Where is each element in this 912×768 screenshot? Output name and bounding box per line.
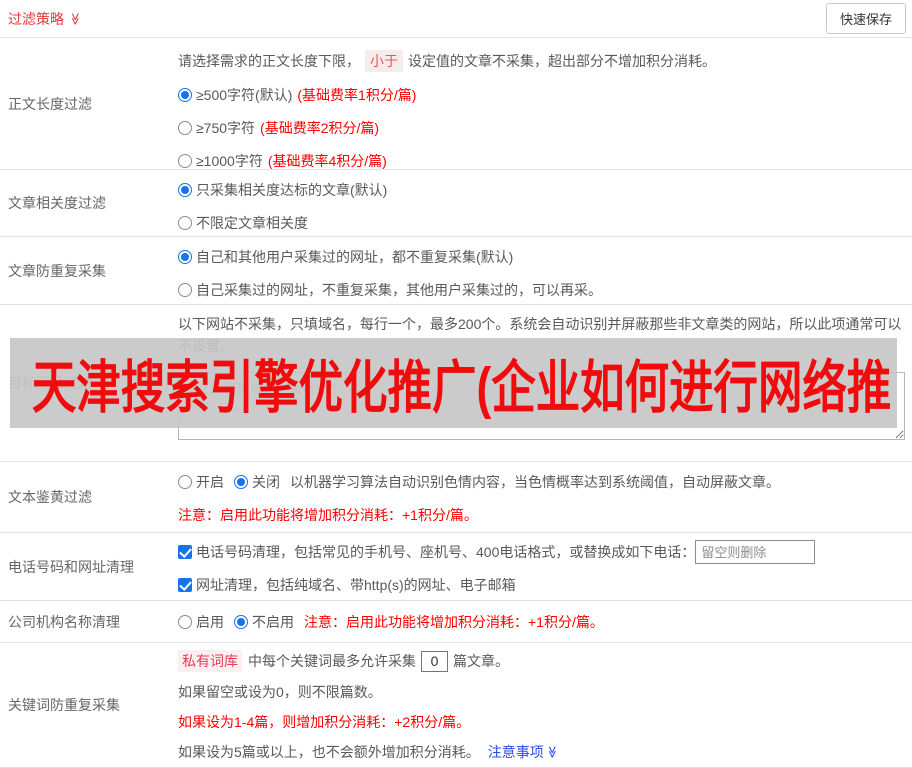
row-body-length-filter: 正文长度过滤 请选择需求的正文长度下限， 小于 设定值的文章不采集，超出部分不增加积… xyxy=(0,38,912,170)
radio-option-500[interactable]: ≥500字符(默认) (基础费率1积分/篇) xyxy=(178,85,416,105)
chevron-down-icon: ≫ xyxy=(545,745,560,759)
checkbox-icon xyxy=(178,545,192,559)
fee-note: (基础费率2积分/篇) xyxy=(260,120,380,136)
checkbox-phone-cleanup[interactable]: 电话号码清理，包括常见的手机号、座机号、400电话格式，或替换成如下电话： xyxy=(178,542,695,562)
row-label: 电话号码和网址清理 xyxy=(8,558,134,575)
max-articles-input[interactable] xyxy=(421,650,448,672)
radio-icon xyxy=(178,216,192,230)
radio-option-porn-on[interactable]: 开启 xyxy=(178,472,224,492)
radio-icon xyxy=(178,121,192,135)
page-title-label: 过滤策略 xyxy=(8,10,64,27)
row-label: 文章防重复采集 xyxy=(8,262,106,279)
less-than-badge: 小于 xyxy=(365,50,403,72)
row-label: 关键词防重复采集 xyxy=(8,697,120,713)
company-note: 注意：启用此功能将增加积分消耗：+1积分/篇。 xyxy=(304,613,604,630)
checkbox-icon xyxy=(178,578,192,592)
radio-icon xyxy=(234,475,248,489)
radio-option-dedupe-self[interactable]: 自己采集过的网址，不重复采集，其他用户采集过的，可以再采。 xyxy=(178,280,602,300)
header-bar: 过滤策略 ≫ 快速保存 xyxy=(0,0,912,38)
overlay-ad-banner: 天津搜索引擎优化推广(企业如何进行网络推 xyxy=(10,338,897,428)
overlay-ad-text: 天津搜索引擎优化推广(企业如何进行网络推 xyxy=(31,356,892,420)
row-company-cleanup: 公司机构名称清理 启用 不启用 注意：启用此功能将增加积分消耗：+1积分/篇。 xyxy=(0,601,912,643)
row-label: 文本鉴黄过滤 xyxy=(8,489,92,505)
fee-note: (基础费率1积分/篇) xyxy=(297,87,417,103)
page-title[interactable]: 过滤策略 ≫ xyxy=(8,9,82,29)
radio-icon xyxy=(178,154,192,168)
radio-icon xyxy=(234,614,248,629)
quick-save-button[interactable]: 快速保存 xyxy=(825,3,906,34)
chevron-down-icon: ≫ xyxy=(68,12,83,25)
row-dedupe-filter: 文章防重复采集 自己和其他用户采集过的网址，都不重复采集(默认) 自己采集过的网… xyxy=(0,237,912,305)
radio-option-relevance-any[interactable]: 不限定文章相关度 xyxy=(178,213,308,233)
row-keyword-dedupe: 关键词防重复采集 私有词库 中每个关键词最多允许采集 篇文章。 如果留空或设为0… xyxy=(0,643,912,768)
radio-icon xyxy=(178,475,192,489)
radio-option-company-on[interactable]: 启用 xyxy=(178,612,224,632)
notes-link[interactable]: 注意事项 ≫ xyxy=(488,742,559,762)
row-label: 正文长度过滤 xyxy=(8,95,92,112)
row-label: 文章相关度过滤 xyxy=(8,195,106,211)
radio-option-750[interactable]: ≥750字符 (基础费率2积分/篇) xyxy=(178,118,379,138)
radio-icon xyxy=(178,183,192,197)
row-label: 公司机构名称清理 xyxy=(8,613,120,630)
row-phone-url-cleanup: 电话号码和网址清理 电话号码清理，包括常见的手机号、座机号、400电话格式，或替… xyxy=(0,533,912,601)
private-thesaurus-badge[interactable]: 私有词库 xyxy=(178,650,242,672)
filter-strategy-page: 过滤策略 ≫ 快速保存 正文长度过滤 请选择需求的正文长度下限， 小于 设定值的文章… xyxy=(0,0,912,768)
radio-option-dedupe-all[interactable]: 自己和其他用户采集过的网址，都不重复采集(默认) xyxy=(178,247,513,267)
porn-filter-desc: 以机器学习算法自动识别色情内容，当色情概率达到系统阈值，自动屏蔽文章。 xyxy=(290,474,780,490)
body-length-intro: 请选择需求的正文长度下限， 小于 设定值的文章不采集，超出部分不增加积分消耗。 xyxy=(178,50,905,72)
replacement-phone-input[interactable] xyxy=(695,540,816,564)
radio-icon xyxy=(178,88,192,102)
row-porn-filter: 文本鉴黄过滤 开启 关闭 以机器学习算法自动识别色情内容，当色情概率达到系统阈值… xyxy=(0,462,912,533)
fee-note: (基础费率4积分/篇) xyxy=(267,153,387,169)
keyword-note-5plus: 如果设为5篇或以上，也不会额外增加积分消耗。 xyxy=(178,744,480,760)
porn-filter-note: 注意：启用此功能将增加积分消耗：+1积分/篇。 xyxy=(178,507,478,523)
checkbox-url-cleanup[interactable]: 网址清理，包括纯域名、带http(s)的网址、电子邮箱 xyxy=(178,575,516,595)
radio-option-1000[interactable]: ≥1000字符 (基础费率4积分/篇) xyxy=(178,151,387,171)
radio-option-relevance-strict[interactable]: 只采集相关度达标的文章(默认) xyxy=(178,180,387,200)
radio-option-porn-off[interactable]: 关闭 xyxy=(234,472,280,492)
radio-option-company-off[interactable]: 不启用 xyxy=(234,612,294,632)
keyword-note-empty: 如果留空或设为0，则不限篇数。 xyxy=(178,684,382,700)
radio-icon xyxy=(178,283,192,297)
radio-icon xyxy=(178,614,192,629)
radio-icon xyxy=(178,250,192,264)
keyword-note-1-4: 如果设为1-4篇，则增加积分消耗：+2积分/篇。 xyxy=(178,714,471,730)
row-relevance-filter: 文章相关度过滤 只采集相关度达标的文章(默认) 不限定文章相关度 xyxy=(0,170,912,237)
